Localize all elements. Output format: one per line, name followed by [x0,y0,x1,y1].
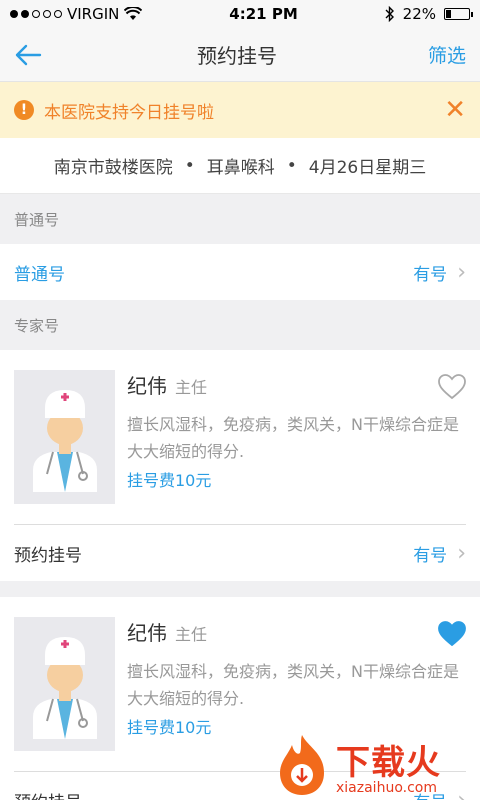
row-right: 有号 › [413,260,466,285]
doctor-fee: 挂号费10元 [127,471,212,490]
flame-logo-icon [280,735,324,795]
notice-banner: ! 本医院支持今日挂号啦 ✕ [0,82,480,138]
doctor-avatar-icon [32,637,97,739]
book-appointment-label: 预约挂号 [14,545,82,566]
doctor-avatar-icon [32,390,97,492]
section-header-expert: 专家号 [14,316,60,335]
watermark: 下载火 xiazaihuo.com [274,730,474,800]
status-time: 4:21 PM [229,5,298,23]
watermark-text: 下载火 xiazaihuo.com [336,735,441,796]
doctor-card-top: 纪伟 主任 擅长风湿科，免疫病，类风关，N干燥综合症是大大缩短的得分. 挂号费1… [14,370,466,504]
doctor-info: 纪伟 主任 擅长风湿科，免疫病，类风关，N干燥综合症是大大缩短的得分. 挂号费1… [127,370,466,504]
page-title: 预约挂号 [196,44,277,68]
doctor-name-line: 纪伟 主任 [127,617,466,646]
carrier-name: VIRGIN [67,5,120,23]
notice-content: ! 本医院支持今日挂号啦 [14,98,214,123]
doctor-name: 纪伟 [127,621,167,645]
back-button[interactable] [14,39,46,71]
doctor-description: 擅长风湿科，免疫病，类风关，N干燥综合症是大大缩短的得分. [127,662,459,708]
bluetooth-icon [385,6,394,22]
status-left: VIRGIN [10,5,143,23]
watermark-brand: 下载火 [336,742,441,783]
general-ticket-label: 普通号 [14,264,65,285]
battery-percent: 22% [402,5,436,23]
watermark-url: xiazaihuo.com [336,779,437,796]
hospital-info: 南京市鼓楼医院 • 耳鼻喉科 • 4月26日星期三 [0,138,480,194]
doctor-name-line: 纪伟 主任 [127,370,466,399]
filter-button[interactable]: 筛选 [428,41,466,68]
battery-icon [444,8,473,20]
warning-icon: ! [14,100,34,120]
general-ticket-row[interactable]: 普通号 有号 › [0,244,480,300]
info-separator: • [286,155,297,176]
section-header-general: 普通号 [14,210,60,229]
status-right: 22% [385,5,473,23]
info-separator: • [184,155,195,176]
department-name: 耳鼻喉科 [206,158,275,178]
nav-bar: 预约挂号 筛选 [0,28,480,82]
doctor-avatar [14,370,115,504]
availability-status: 有号 [413,264,448,285]
heart-filled-icon[interactable] [438,621,466,647]
row-right: 有号 › [413,541,466,566]
doctor-description: 擅长风湿科，免疫病，类风关，N干燥综合症是大大缩短的得分. [127,415,459,461]
wifi-icon [124,7,143,20]
close-icon[interactable]: ✕ [444,97,466,123]
chevron-right-icon: › [457,540,466,566]
availability-status: 有号 [413,545,448,566]
doctor-title: 主任 [175,378,208,397]
back-arrow-icon [15,44,42,65]
hospital-name: 南京市鼓楼医院 [53,158,173,178]
chevron-right-icon: › [457,259,466,285]
appointment-date: 4月26日星期三 [308,158,427,178]
status-bar: VIRGIN 4:21 PM 22% [0,0,480,28]
book-appointment-label: 预约挂号 [14,788,82,800]
notice-text: 本医院支持今日挂号啦 [44,102,214,123]
doctor-card: 纪伟 主任 擅长风湿科，免疫病，类风关，N干燥综合症是大大缩短的得分. 挂号费1… [0,350,480,581]
heart-outline-icon[interactable] [438,374,466,400]
doctor-avatar [14,617,115,751]
doctor-name: 纪伟 [127,374,167,398]
book-appointment-row[interactable]: 预约挂号 有号 › [14,525,466,581]
signal-icon [10,10,62,18]
doctor-title: 主任 [175,625,208,644]
